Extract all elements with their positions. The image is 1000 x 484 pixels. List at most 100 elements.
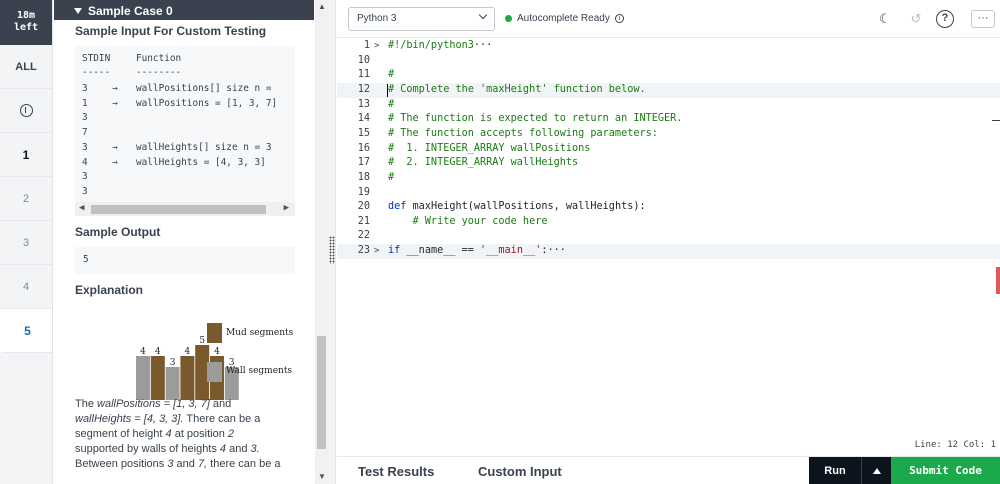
nav-question-1[interactable]: 1 <box>0 133 52 177</box>
code-line[interactable]: 20 def maxHeight(wallPositions, wallHeigh… <box>337 200 1000 215</box>
stdin-row: 3 <box>82 185 136 199</box>
more-options-icon[interactable]: ··· <box>971 10 995 28</box>
fold-chevron-icon[interactable]: > <box>374 39 379 54</box>
code-editor-panel: Python 3 Autocomplete Ready i ☾ ↺ ? ··· … <box>337 0 1000 484</box>
stdin-value: 3 <box>82 185 88 197</box>
code-token: __name__ == <box>400 245 481 257</box>
code-token: '__main__' <box>480 245 542 257</box>
stdin-row: 3 <box>82 111 136 125</box>
scroll-thumb[interactable] <box>91 205 266 214</box>
help-icon[interactable]: ? <box>936 10 954 28</box>
code-line[interactable]: 15 # The function accepts following param… <box>337 127 1000 142</box>
mud-segment-bar <box>150 356 165 400</box>
scroll-right-icon[interactable]: ▶ <box>284 203 289 213</box>
legend-wall-label: Wall segments <box>226 366 293 376</box>
tab-test-results[interactable]: Test Results <box>358 464 434 479</box>
explanation-fragment: Between positions <box>75 458 168 470</box>
stdin-value: 1 <box>82 97 88 109</box>
function-text: wallPositions = [1, 3, 7] <box>136 97 278 109</box>
stdin-value: 4 <box>82 156 88 168</box>
code-line[interactable]: 18 # <box>337 171 1000 186</box>
arrow-icon: → <box>112 156 118 168</box>
code-token: def <box>388 201 407 213</box>
nav-question-3[interactable]: 3 <box>0 221 52 265</box>
overview-ruler-mark <box>992 120 1000 121</box>
pane-splitter[interactable] <box>328 0 336 484</box>
arrow-icon: → <box>112 141 118 153</box>
scroll-up-icon[interactable]: ▲ <box>318 2 326 11</box>
code-line[interactable]: 11 # <box>337 68 1000 83</box>
code-token: #!/bin/python3 <box>388 40 474 51</box>
bar-height-label: 3 <box>170 358 176 368</box>
horizontal-scrollbar[interactable]: ◀ ▶ <box>75 202 295 216</box>
code-token: :··· <box>541 245 566 257</box>
code-line[interactable]: 13 # <box>337 98 1000 113</box>
editor-toolbar: Python 3 Autocomplete Ready i ☾ ↺ ? ··· <box>337 0 1000 38</box>
sample-case-header[interactable]: Sample Case 0 <box>54 0 314 20</box>
language-value: Python 3 <box>357 13 397 24</box>
tab-custom-input[interactable]: Custom Input <box>478 464 562 479</box>
code-line[interactable]: 21 # Write your code here <box>337 215 1000 230</box>
info-icon[interactable]: i <box>614 14 624 23</box>
code-text: # 2. INTEGER_ARRAY wallHeights <box>388 156 578 171</box>
function-text: wallHeights[] size n = 3 <box>136 141 272 153</box>
problem-statement-panel: Sample Case 0 Sample Input For Custom Te… <box>54 0 314 484</box>
explanation-fragment: 7, <box>197 458 208 470</box>
stdin-row: 3 → wallPositions[] size n = <box>82 82 271 96</box>
run-button[interactable]: Run <box>809 457 861 484</box>
wall-segment-bar <box>165 367 180 400</box>
sample-input-title: Sample Input For Custom Testing <box>75 24 267 38</box>
nav-all[interactable]: ALL <box>0 45 52 89</box>
code-line[interactable]: 22 <box>337 229 1000 244</box>
code-token: maxHeight(wallPositions, wallHeights): <box>406 201 646 213</box>
sample-output-block: 5 <box>75 247 295 274</box>
stdin-rule: ----- <box>82 67 111 78</box>
code-token: ··· <box>473 40 493 51</box>
explanation-fragment: 3. <box>250 443 260 455</box>
drag-handle-icon[interactable] <box>329 236 335 264</box>
bar-height-label: 4 <box>185 347 191 357</box>
code-line[interactable]: 19 <box>337 186 1000 201</box>
code-token: # Complete the 'maxHeight' function belo… <box>388 83 646 95</box>
problem-scroll-thumb[interactable] <box>317 336 326 449</box>
history-icon[interactable]: ↺ <box>907 10 925 28</box>
explanation-fragment: and <box>173 458 198 470</box>
line-number: 14 <box>357 113 370 125</box>
code-line[interactable]: 10 <box>337 54 1000 69</box>
code-line[interactable]: 12 # Complete the 'maxHeight' function be… <box>337 82 1000 98</box>
code-area[interactable]: 1 > #!/bin/python3··· 10 11 #12 # Complete the… <box>337 38 1000 438</box>
explanation-fragment: supported by walls of heights <box>75 443 220 455</box>
timer-value: 18m <box>16 10 36 21</box>
legend-mud-swatch <box>207 323 222 343</box>
code-token: # The function accepts following paramet… <box>388 127 658 139</box>
bar-height-label: 4 <box>214 347 220 357</box>
code-line[interactable]: 23 > if __name__ == '__main__':··· <box>337 244 1000 259</box>
stdin-row: 7 <box>82 126 136 140</box>
nav-question-5[interactable]: 5 <box>0 309 52 353</box>
nav-info[interactable] <box>0 89 52 133</box>
line-number: 19 <box>357 186 370 198</box>
stdin-header-row: STDIN Function <box>82 52 181 66</box>
submit-code-button[interactable]: Submit Code <box>891 457 1000 484</box>
problem-vertical-scrollbar[interactable]: ▲ ▼ <box>315 0 328 484</box>
code-line[interactable]: 14 # The function is expected to return a… <box>337 112 1000 127</box>
run-options-button[interactable] <box>861 457 891 484</box>
nav-question-2[interactable]: 2 <box>0 177 52 221</box>
explanation-fragment: and <box>209 398 232 410</box>
sample-output-title: Sample Output <box>75 225 161 239</box>
fold-chevron-icon[interactable]: > <box>374 244 379 259</box>
autocomplete-label: Autocomplete Ready <box>517 13 610 24</box>
collapse-triangle-icon <box>74 7 82 14</box>
code-line[interactable]: 17 # 2. INTEGER_ARRAY wallHeights <box>337 156 1000 171</box>
language-select[interactable]: Python 3 <box>348 7 495 31</box>
code-line[interactable]: 16 # 1. INTEGER_ARRAY wallPositions <box>337 142 1000 157</box>
nav-question-4[interactable]: 4 <box>0 265 52 309</box>
moon-icon[interactable]: ☾ <box>876 10 894 28</box>
explanation-fragment: wallHeights = [4, 3, 3]. <box>75 413 184 425</box>
stdin-value: 3 <box>82 171 88 183</box>
scroll-down-icon[interactable]: ▼ <box>318 472 326 481</box>
code-line[interactable]: 1 > #!/bin/python3··· <box>337 39 1000 54</box>
code-token: # 1. INTEGER_ARRAY wallPositions <box>388 142 591 154</box>
line-number: 11 <box>357 69 370 81</box>
scroll-left-icon[interactable]: ◀ <box>79 203 84 213</box>
